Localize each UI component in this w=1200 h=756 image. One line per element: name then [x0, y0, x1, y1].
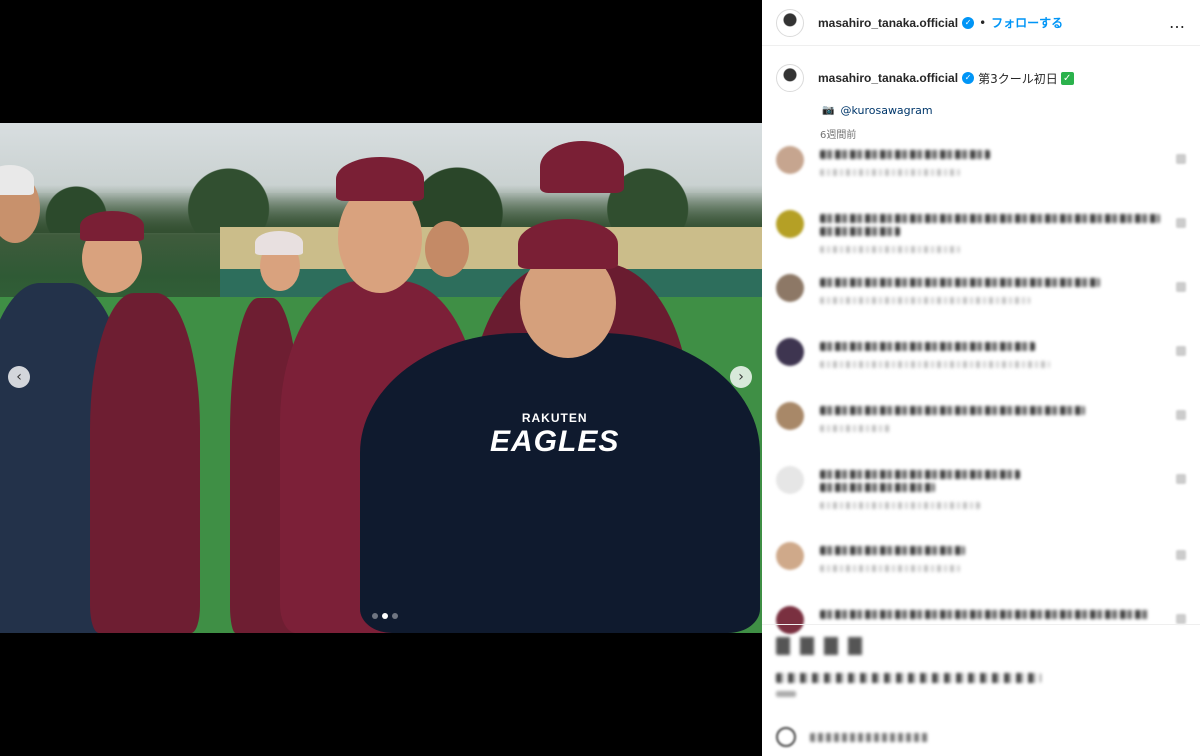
- caption-row: masahiro_tanaka.official ✓ 第3クール初日 ✓: [776, 64, 1186, 92]
- comment-text-obscured: [820, 406, 1085, 415]
- caption-avatar[interactable]: [776, 64, 804, 92]
- header-separator: •: [979, 15, 987, 30]
- verified-badge-icon: ✓: [962, 72, 975, 84]
- carousel-prev-button[interactable]: ‹: [8, 366, 30, 388]
- add-comment-row[interactable]: [776, 727, 930, 747]
- check-mark-emoji-icon: ✓: [1060, 71, 1074, 85]
- post-timestamp: 6週間前: [820, 130, 857, 141]
- carousel-dot-active: [382, 613, 388, 619]
- verified-badge-icon: ✓: [962, 16, 975, 29]
- player-bg-3-head: [425, 221, 469, 277]
- list-item: [776, 466, 1186, 542]
- like-comment-icon[interactable]: [1176, 282, 1186, 292]
- player-center-cap: [336, 157, 424, 201]
- post-media: RAKUTEN EAGLES ‹ ›: [0, 0, 762, 756]
- comment-text-obscured: [820, 214, 1160, 223]
- player-front-navy: RAKUTEN EAGLES: [360, 333, 760, 633]
- post-header: masahiro_tanaka.official ✓ • フォローする …: [762, 0, 1200, 46]
- like-comment-icon[interactable]: [1176, 614, 1186, 624]
- photo-fence: [220, 269, 762, 297]
- comment-meta-obscured: [820, 565, 960, 572]
- comment-text-obscured: [820, 483, 935, 492]
- photo-credit: 📷 @kurosawagram: [822, 104, 1186, 117]
- comment-avatar[interactable]: [776, 146, 804, 174]
- carousel-indicator: [372, 613, 398, 619]
- photo-credit-link[interactable]: @kurosawagram: [840, 104, 932, 117]
- list-item: [776, 146, 1186, 210]
- list-item: [776, 402, 1186, 466]
- like-comment-icon[interactable]: [1176, 550, 1186, 560]
- comment-meta-obscured: [820, 246, 960, 253]
- comment-text-obscured: [820, 278, 1100, 287]
- player-bg-2-cap: [255, 231, 303, 255]
- comment-avatar[interactable]: [776, 338, 804, 366]
- list-item: [776, 542, 1186, 606]
- avatar[interactable]: [776, 8, 804, 37]
- list-item: [776, 274, 1186, 338]
- carousel-next-button[interactable]: ›: [730, 366, 752, 388]
- caption-text: 第3クール初日: [978, 71, 1058, 86]
- like-comment-icon[interactable]: [1176, 346, 1186, 356]
- list-item: [776, 338, 1186, 402]
- comment-avatar[interactable]: [776, 402, 804, 430]
- caption-username[interactable]: masahiro_tanaka.official: [818, 71, 958, 85]
- action-icons-obscured[interactable]: [776, 637, 866, 655]
- comment-meta-obscured: [820, 297, 1030, 304]
- camera-icon: 📷: [822, 105, 835, 116]
- more-options-button[interactable]: …: [1169, 13, 1186, 32]
- like-comment-icon[interactable]: [1176, 474, 1186, 484]
- chevron-right-icon: ›: [738, 369, 744, 385]
- add-comment-input-obscured[interactable]: [810, 732, 930, 742]
- comment-avatar[interactable]: [776, 210, 804, 238]
- comment-list: [776, 146, 1186, 670]
- comment-meta-obscured: [820, 502, 980, 509]
- comment-text-obscured: [820, 227, 900, 236]
- player-bg-1-cap: [80, 211, 144, 241]
- follow-button[interactable]: フォローする: [991, 14, 1063, 31]
- carousel-dot: [392, 613, 398, 619]
- comment-avatar[interactable]: [776, 274, 804, 302]
- player-front-cap: [518, 219, 618, 269]
- comment-avatar[interactable]: [776, 542, 804, 570]
- comment-text-obscured: [820, 470, 1020, 479]
- list-item: [776, 210, 1186, 274]
- comment-text-obscured: [820, 150, 990, 159]
- player-right-cap: [540, 141, 624, 193]
- comment-avatar[interactable]: [776, 466, 804, 494]
- likes-sub-obscured: [776, 691, 796, 697]
- jersey-logo: RAKUTEN EAGLES: [490, 411, 619, 459]
- like-comment-icon[interactable]: [1176, 218, 1186, 228]
- chevron-left-icon: ‹: [16, 369, 22, 385]
- comment-text-obscured: [820, 546, 965, 555]
- likes-text-obscured: [776, 673, 1041, 683]
- player-bg-1: [90, 293, 200, 633]
- comment-text-obscured: [820, 610, 1150, 619]
- header-username[interactable]: masahiro_tanaka.official: [818, 16, 958, 30]
- like-comment-icon[interactable]: [1176, 154, 1186, 164]
- jersey-text-eagles: EAGLES: [490, 425, 620, 458]
- jersey-text-rakuten: RAKUTEN: [521, 411, 588, 425]
- comment-text-obscured: [820, 342, 1035, 351]
- comment-meta-obscured: [820, 361, 1050, 368]
- post-photo[interactable]: RAKUTEN EAGLES: [0, 123, 762, 633]
- post-caption: masahiro_tanaka.official ✓ 第3クール初日 ✓ 📷 @…: [762, 46, 1200, 141]
- post-footer: [762, 624, 1200, 756]
- carousel-dot: [372, 613, 378, 619]
- emoji-icon[interactable]: [776, 727, 796, 747]
- post-side-panel: masahiro_tanaka.official ✓ • フォローする … ma…: [762, 0, 1200, 756]
- comment-meta-obscured: [820, 425, 890, 432]
- comment-meta-obscured: [820, 169, 960, 176]
- like-comment-icon[interactable]: [1176, 410, 1186, 420]
